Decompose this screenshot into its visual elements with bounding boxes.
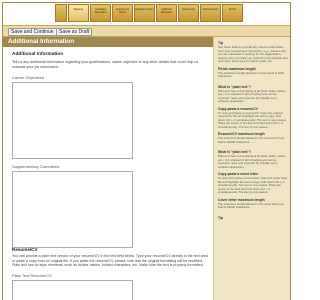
plain-text-resume-textarea[interactable]	[12, 280, 133, 300]
step-candidate-information[interactable]: Candidate Information	[90, 4, 111, 22]
page-title: Additional Information	[8, 38, 74, 45]
step-additional-information[interactable]: Additional Information	[156, 4, 177, 22]
toolbar: Save and Continue Save as Draft	[3, 25, 290, 37]
supplementary-comments-textarea[interactable]	[12, 171, 133, 248]
step-welcome[interactable]: Welcome	[68, 4, 89, 22]
application-frame: Welcome Candidate Information Employment…	[2, 2, 291, 300]
plain-text-resume-label: Plain Text Resume/CV	[12, 273, 52, 278]
resume-max-length-text: The maximum length allowed in the resume…	[218, 136, 285, 144]
step-education-history[interactable]: Education History	[134, 4, 155, 22]
section-heading: Additional Information	[12, 52, 64, 57]
fields-max-length-heading: Fields maximum length	[218, 66, 256, 71]
copy-paste-resume-heading: Copy-paste a resume/CV	[218, 106, 258, 111]
step-employment-history[interactable]: Employment History	[112, 4, 133, 22]
resume-instructions: You can provide a plain text version of …	[12, 254, 208, 268]
resume-heading: Resume/CV	[12, 247, 38, 252]
step-position-report[interactable]: Position Report	[200, 4, 221, 22]
fields-max-length-text: The maximum length allowed in these fiel…	[218, 70, 285, 78]
cover-letter-max-length-text: The maximum length allowed in the cover …	[218, 201, 285, 209]
save-and-continue-button[interactable]: Save and Continue	[8, 28, 57, 36]
progress-steps: Welcome Candidate Information Employment…	[3, 3, 290, 25]
career-objectives-label: Career Objectives	[12, 75, 45, 80]
cover-letter-max-length-heading: Cover letter maximum length	[218, 197, 265, 202]
copy-paste-resume-text: To copy and paste a resume/CV: Open the …	[218, 110, 287, 129]
tip-text: Use these fields to provide any relevant…	[218, 45, 288, 63]
tip-heading-2: Tip	[218, 215, 224, 220]
plain-text-text-2: Plain text has no formatting at all (bol…	[218, 154, 287, 169]
intro-text: Tell us any additional information regar…	[12, 60, 199, 69]
step-start	[55, 4, 67, 22]
save-as-draft-button[interactable]: Save as Draft	[56, 28, 93, 36]
help-sidebar: Tip Use these fields to provide any rele…	[213, 37, 290, 300]
step-submit[interactable]: Submit	[222, 4, 243, 22]
career-objectives-textarea[interactable]	[12, 82, 133, 159]
copy-paste-cover-letter-text: To copy and paste a cover letter: Open t…	[218, 176, 288, 194]
step-attachments[interactable]: Attachments	[178, 4, 199, 22]
plain-text-heading: What is "plain text"?	[218, 84, 252, 89]
plain-text-text: Plain text has no formatting at all (bol…	[218, 88, 287, 103]
main-content: Additional Information Tell us any addit…	[3, 47, 213, 300]
supplementary-comments-label: Supplementary Comments	[12, 164, 60, 169]
